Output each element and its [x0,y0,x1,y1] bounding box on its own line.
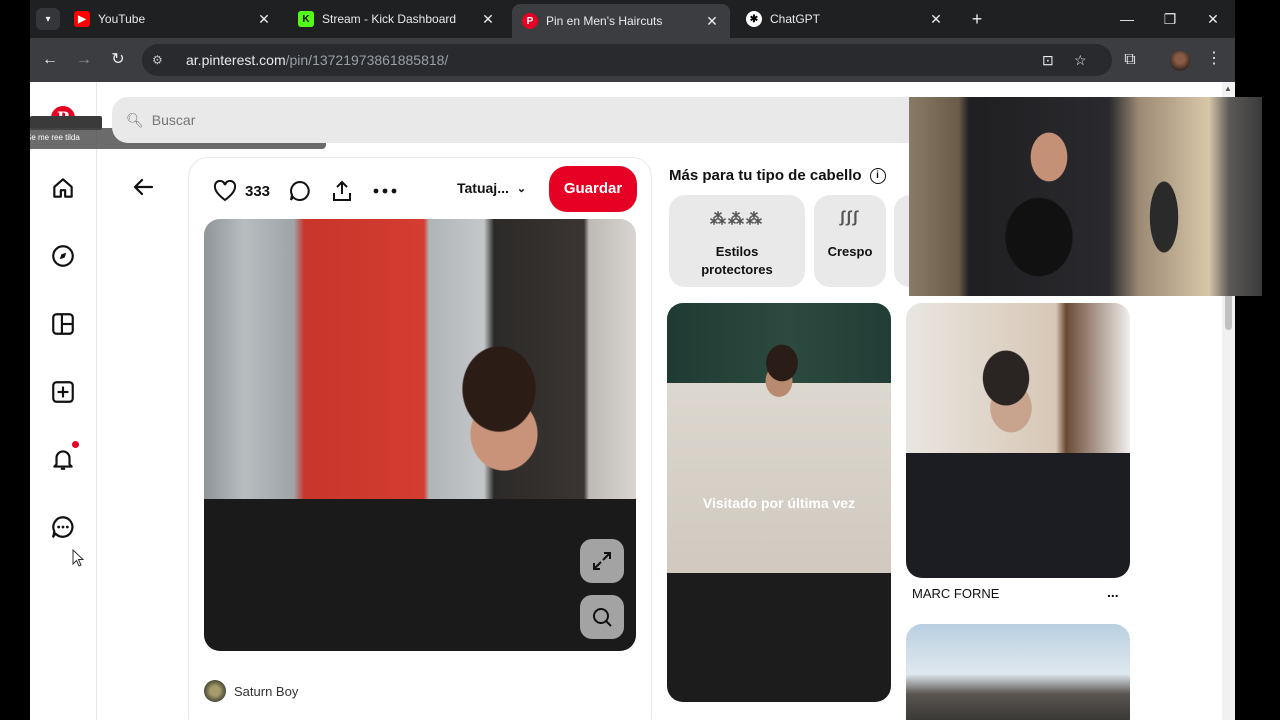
comment-button[interactable] [288,179,312,203]
pin-actions: 333 [213,176,416,206]
more-title-text: Más para tu tipo de cabello [669,167,862,184]
url-host: ar.pinterest.com [186,52,286,68]
info-icon[interactable]: i [869,167,886,184]
more-dots-icon [373,188,397,194]
like-count: 333 [245,182,271,200]
close-icon[interactable]: ✕ [480,11,496,28]
tab-title: Pin en Men's Haircuts [546,14,663,28]
creator-name: Saturn Boy [234,683,299,699]
visual-search-icon[interactable] [580,595,624,639]
chip-label-line2: protectores [701,262,773,277]
chip-protective-styles[interactable]: ⁂⁂⁂ Estilos protectores [669,195,805,287]
webcam-overlay [909,97,1262,296]
related-pin-2[interactable] [906,303,1130,578]
pin-image[interactable] [204,219,636,651]
back-arrow-icon[interactable] [130,174,156,200]
expand-icon[interactable] [580,539,624,583]
like-button[interactable]: 333 [213,180,270,202]
kick-icon: K [298,11,314,27]
scroll-up-arrow-icon[interactable]: ▲ [1224,84,1232,93]
pin-caption[interactable]: MARC FORNE [912,586,999,601]
search-placeholder: Buscar [151,112,196,128]
mouse-cursor-icon [72,549,84,567]
forward-button[interactable]: → [72,48,96,72]
notifications-icon[interactable] [50,446,76,472]
share-icon [333,180,352,201]
browser-toolbar: ← → ↻ ⚙ ar.pinterest.com/pin/13721973861… [30,38,1235,82]
close-window-button[interactable]: ✕ [1198,8,1228,30]
back-button[interactable]: ← [38,48,62,72]
tab-youtube[interactable]: ▶ YouTube ✕ [64,4,282,34]
pinterest-sidebar: P Se me ree tilda [30,82,326,720]
new-tab-button[interactable]: + [966,8,988,30]
extensions-icon[interactable]: ⧉ [1118,48,1142,72]
browser-menu-icon[interactable]: ⋮ [1206,48,1222,68]
notification-dot [72,441,79,448]
explore-icon[interactable] [50,243,76,269]
share-button[interactable] [330,179,354,203]
tab-search-button[interactable]: ▾ [36,8,60,30]
tab-title: YouTube [98,12,146,26]
chatgpt-icon: ✱ [746,11,762,27]
messages-icon[interactable] [50,514,76,540]
comment-icon [290,180,310,201]
create-icon[interactable] [50,379,76,405]
tab-title: Stream - Kick Dashboard [322,12,457,26]
profile-avatar[interactable] [1170,51,1190,71]
tab-title: ChatGPT [770,12,821,26]
restore-button[interactable]: ❐ [1155,8,1185,30]
bookmark-star-icon[interactable]: ☆ [1074,44,1087,76]
youtube-icon: ▶ [74,11,90,27]
close-icon[interactable]: ✕ [928,11,944,28]
creator-info[interactable]: Saturn Boy [204,680,298,702]
curly-hair-icon: ∫∫∫ [840,209,860,226]
save-button[interactable]: Guardar [549,166,637,212]
site-info-icon[interactable]: ⚙ [152,53,172,67]
chip-label-line1: Estilos [715,244,759,259]
more-section-title: Más para tu tipo de cabello i [669,167,886,184]
tab-pinterest[interactable]: P Pin en Men's Haircuts ✕ [512,4,730,38]
home-icon[interactable] [50,175,76,201]
close-icon[interactable]: ✕ [704,13,720,30]
pin-more-icon[interactable]: ... [1107,584,1119,600]
minimize-button[interactable]: — [1112,8,1142,30]
address-bar[interactable]: ⚙ ar.pinterest.com/pin/13721973861885818… [142,44,1112,76]
close-icon[interactable]: ✕ [256,11,272,28]
chevron-down-icon: ⌄ [516,182,527,195]
related-pin-3[interactable] [906,624,1130,720]
braids-icon: ⁂⁂⁂ [710,211,764,228]
visited-overlay: Visitado por última vez [702,494,856,511]
install-app-icon[interactable]: ⊡ [1042,44,1054,76]
more-options-button[interactable] [372,187,398,195]
tab-strip: ▾ ▶ YouTube ✕ K Stream - Kick Dashboard … [30,0,1235,38]
tab-chatgpt[interactable]: ✱ ChatGPT ✕ [736,4,954,34]
board-selector[interactable]: Tatuaj... ⌄ [457,180,526,196]
boards-icon[interactable] [50,311,76,337]
tab-kick[interactable]: K Stream - Kick Dashboard ✕ [288,4,506,34]
related-pin-1[interactable]: Visitado por última vez [667,303,891,702]
board-name: Tatuaj... [457,180,509,196]
search-icon: 🔍︎ [126,111,144,128]
reload-button[interactable]: ↻ [106,48,130,72]
url-path: /pin/13721973861885818/ [285,52,449,68]
heart-icon [213,180,237,202]
pinterest-icon: P [522,13,538,29]
pin-card: 333 Tatuaj... ⌄ Guardar Saturn Boy [188,157,652,720]
chip-curly[interactable]: ∫∫∫ Crespo [814,195,886,287]
creator-avatar [204,680,226,702]
chip-label-line1: Crespo [827,244,873,259]
